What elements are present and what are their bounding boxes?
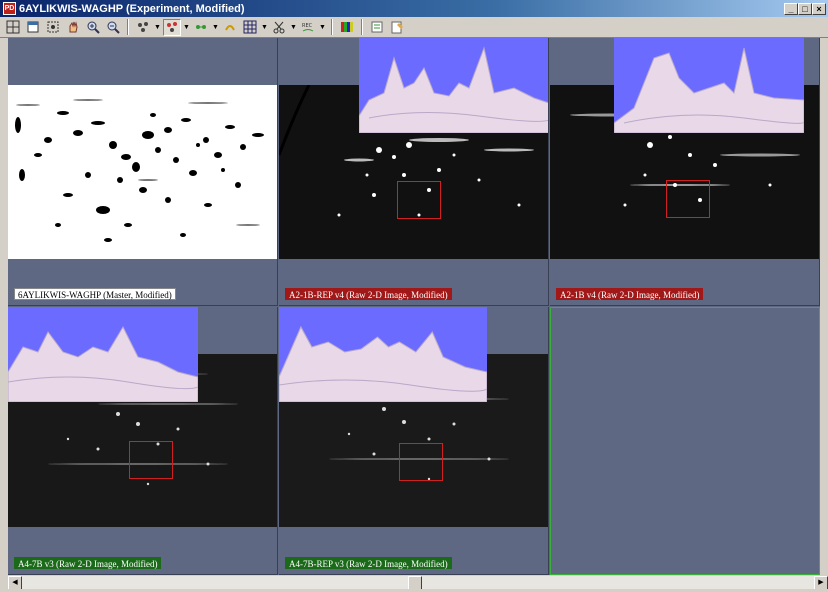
right-border [820, 38, 828, 575]
scroll-thumb[interactable] [408, 576, 422, 590]
select-region-icon[interactable] [44, 19, 62, 36]
report-icon[interactable] [368, 19, 386, 36]
window-title: 6AYLIKWIS-WAGHP (Experiment, Modified) [19, 2, 245, 15]
region-of-interest[interactable] [129, 441, 173, 479]
spot-match-icon[interactable] [192, 19, 210, 36]
3d-spot-view[interactable] [359, 38, 548, 133]
pane-label: A2-1B-REP v4 (Raw 2-D Image, Modified) [285, 288, 452, 300]
empty-pane[interactable] [550, 307, 820, 575]
toolbar-separator [127, 19, 129, 35]
maximize-button[interactable]: □ [798, 2, 812, 15]
gel-pane-a4-7b[interactable]: A4-7B v3 (Raw 2-D Image, Modified) [8, 307, 278, 575]
master-gel-spots [15, 99, 264, 242]
zoom-in-icon[interactable] [84, 19, 102, 36]
pane-label: A4-7B v3 (Raw 2-D Image, Modified) [14, 557, 162, 569]
hand-pan-icon[interactable] [64, 19, 82, 36]
3d-surface-plot [614, 47, 804, 133]
3d-spot-view[interactable] [614, 38, 804, 133]
region-of-interest[interactable] [399, 443, 443, 481]
zoom-out-icon[interactable] [104, 19, 122, 36]
gel-pane-master[interactable]: 6AYLIKWIS-WAGHP (Master, Modified) [8, 38, 278, 306]
3d-spot-view[interactable] [8, 307, 198, 402]
app-icon[interactable]: PD [3, 2, 16, 15]
image-workspace: 6AYLIKWIS-WAGHP (Master, Modified) A2-1B… [8, 38, 820, 575]
gel-pane-a4-7b-rep[interactable]: A4-7B-REP v3 (Raw 2-D Image, Modified) [279, 307, 549, 575]
3d-surface-plot [279, 325, 487, 402]
pane-label: A4-7B-REP v3 (Raw 2-D Image, Modified) [285, 557, 452, 569]
toolbar-separator [361, 19, 363, 35]
grid-view-icon[interactable] [4, 19, 22, 36]
gel-image-master[interactable] [8, 85, 277, 259]
region-of-interest[interactable] [397, 181, 441, 219]
scroll-right-button[interactable]: ▶ [814, 576, 828, 590]
spot-edit-icon[interactable] [163, 18, 181, 36]
left-border [0, 38, 8, 589]
gel-pane-a2-1b[interactable]: A2-1B v4 (Raw 2-D Image, Modified) [550, 38, 820, 306]
svg-text:REC: REC [302, 23, 313, 29]
notes-icon[interactable] [388, 19, 406, 36]
grid-icon[interactable] [241, 19, 259, 36]
spot-link-icon[interactable] [221, 19, 239, 36]
3d-surface-plot [359, 46, 548, 133]
minimize-button[interactable]: _ [784, 2, 798, 15]
chevron-down-icon[interactable]: ▼ [319, 24, 326, 31]
toolbar-separator [331, 19, 333, 35]
chevron-down-icon[interactable]: ▼ [212, 24, 219, 31]
title-bar: PD 6AYLIKWIS-WAGHP (Experiment, Modified… [0, 0, 828, 17]
gel-pane-a2-1b-rep[interactable]: A2-1B-REP v4 (Raw 2-D Image, Modified) [279, 38, 549, 306]
window-icon[interactable] [24, 19, 42, 36]
3d-spot-view[interactable] [279, 307, 487, 402]
chevron-down-icon[interactable]: ▼ [261, 24, 268, 31]
toolbar: ▼ ▼ ▼ ▼ ▼ REC ▼ [0, 17, 828, 38]
scroll-left-button[interactable]: ◀ [8, 576, 22, 590]
region-of-interest[interactable] [666, 180, 710, 218]
pane-label: 6AYLIKWIS-WAGHP (Master, Modified) [14, 288, 176, 300]
3d-surface-plot [8, 325, 198, 402]
close-button[interactable]: × [812, 2, 826, 15]
scissors-icon[interactable] [270, 19, 288, 36]
chevron-down-icon[interactable]: ▼ [290, 24, 297, 31]
chevron-down-icon[interactable]: ▼ [183, 24, 190, 31]
horizontal-scrollbar[interactable]: ◀ ▶ [8, 575, 828, 590]
pane-label: A2-1B v4 (Raw 2-D Image, Modified) [556, 288, 704, 300]
spot-detect-icon[interactable] [134, 19, 152, 36]
chevron-down-icon[interactable]: ▼ [154, 24, 161, 31]
color-bars-icon[interactable] [338, 19, 356, 36]
rec-label-icon[interactable]: REC [299, 19, 317, 36]
